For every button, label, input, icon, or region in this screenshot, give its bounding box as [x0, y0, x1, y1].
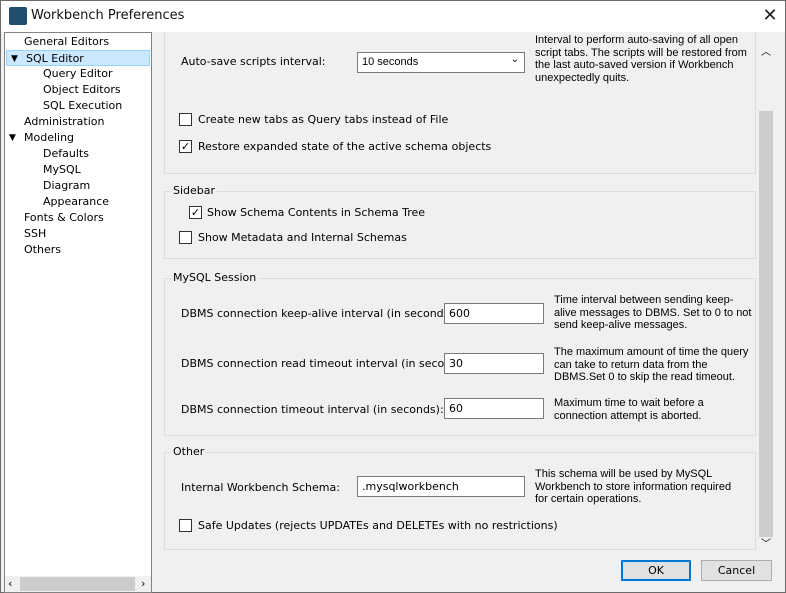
tree-item-label: SQL Execution	[43, 99, 123, 112]
tree-item-label: Modeling	[24, 131, 75, 144]
schema-contents-label: Show Schema Contents in Schema Tree	[207, 206, 426, 219]
tree-item-label: Others	[24, 243, 61, 256]
preferences-window: Workbench Preferences ✕ General Editors ▼…	[0, 0, 786, 593]
vertical-scrollbar[interactable]: ︿ ﹀	[758, 39, 774, 550]
tree-item[interactable]: Object Editors	[5, 82, 151, 98]
chevron-down-icon: ⌄	[510, 54, 519, 65]
autosave-value: 10 seconds	[362, 56, 419, 68]
autosave-label: Auto-save scripts interval:	[181, 55, 326, 68]
metadata-checkbox[interactable]	[179, 231, 192, 244]
timeout-description: Maximum time to wait before a connection…	[554, 397, 704, 422]
expand-arrow-icon[interactable]: ▼	[11, 51, 18, 67]
timeout-input[interactable]: 60	[444, 398, 544, 419]
close-button[interactable]: ✕	[759, 5, 781, 27]
restore-state-label: Restore expanded state of the active sch…	[198, 140, 492, 153]
timeout-label: DBMS connection timeout interval (in sec…	[181, 403, 444, 416]
tree-item-label: Defaults	[43, 147, 89, 160]
workbench-logo-icon	[9, 7, 27, 25]
title-bar: Workbench Preferences ✕	[1, 1, 785, 32]
scroll-right-icon[interactable]: ›	[141, 577, 145, 590]
schema-contents-checkbox[interactable]: ✓	[189, 206, 202, 219]
metadata-label: Show Metadata and Internal Schemas	[198, 231, 407, 244]
other-group-title: Other	[171, 445, 207, 458]
query-tabs-label: Create new tabs as Query tabs instead of…	[198, 113, 449, 126]
scrollbar-thumb[interactable]	[759, 111, 773, 537]
scroll-left-icon[interactable]: ‹	[8, 577, 12, 590]
tree-item-label: Appearance	[43, 195, 110, 208]
cancel-button[interactable]: Cancel	[701, 560, 772, 581]
tree-item[interactable]: MySQL	[5, 162, 151, 178]
tree-item-label: SQL Editor	[26, 52, 84, 65]
tree-item[interactable]: Diagram	[5, 178, 151, 194]
scroll-down-icon[interactable]: ﹀	[761, 535, 771, 550]
tree-item-label: Object Editors	[43, 83, 121, 96]
window-title: Workbench Preferences	[31, 8, 185, 23]
keepalive-input[interactable]: 600	[444, 303, 544, 324]
safe-updates-checkbox[interactable]	[179, 519, 192, 532]
sidebar-group: Sidebar ✓ Show Schema Contents in Schema…	[164, 184, 756, 259]
tree-item[interactable]: SQL Execution	[5, 98, 151, 114]
read-timeout-description: The maximum amount of time the query can…	[554, 346, 749, 383]
restore-state-checkbox[interactable]: ✓	[179, 140, 192, 153]
tree-item-label: MySQL	[43, 163, 81, 176]
tree-item-label: Diagram	[43, 179, 91, 192]
mysql-session-title: MySQL Session	[171, 271, 259, 284]
settings-panel: Auto-save scripts interval: 10 seconds ⌄…	[153, 32, 786, 551]
sql-editor-group: Auto-save scripts interval: 10 seconds ⌄…	[164, 32, 756, 174]
scroll-up-icon[interactable]: ︿	[761, 43, 771, 58]
preferences-tree: General Editors ▼ SQL Editor Query Editor Ob…	[4, 32, 152, 593]
tree-item[interactable]: SSH	[5, 226, 151, 242]
keepalive-label: DBMS connection keep-alive interval (in …	[181, 307, 458, 320]
tree-item[interactable]: Administration	[5, 114, 151, 130]
tree-item[interactable]: Others	[5, 242, 151, 258]
keepalive-description: Time interval between sending keep-alive…	[554, 294, 752, 331]
internal-schema-input[interactable]: .mysqlworkbench	[357, 476, 525, 497]
mysql-session-group: MySQL Session DBMS connection keep-alive…	[164, 271, 756, 436]
tree-item-label: Administration	[24, 115, 105, 128]
tree-item[interactable]: Defaults	[5, 146, 151, 162]
internal-schema-label: Internal Workbench Schema:	[181, 481, 340, 494]
read-timeout-input[interactable]: 30	[444, 353, 544, 374]
sidebar-group-title: Sidebar	[171, 184, 218, 197]
tree-item[interactable]: Appearance	[5, 194, 151, 210]
internal-schema-description: This schema will be used by MySQL Workbe…	[535, 468, 732, 505]
scrollbar-thumb[interactable]	[20, 577, 135, 591]
tree-item-label: Query Editor	[43, 67, 113, 80]
other-group: Other Internal Workbench Schema: .mysqlw…	[164, 445, 756, 550]
ok-button[interactable]: OK	[621, 560, 691, 581]
tree-item-label: General Editors	[24, 35, 110, 48]
tree-item[interactable]: Query Editor	[5, 66, 151, 82]
autosave-interval-select[interactable]: 10 seconds ⌄	[357, 52, 525, 73]
safe-updates-label: Safe Updates (rejects UPDATEs and DELETE…	[198, 519, 558, 532]
tree-item[interactable]: ▼ SQL Editor	[6, 50, 150, 66]
tree-item-label: SSH	[24, 227, 47, 240]
expand-arrow-icon[interactable]: ▼	[9, 130, 16, 146]
tree-item[interactable]: Fonts & Colors	[5, 210, 151, 226]
read-timeout-label: DBMS connection read timeout interval (i…	[181, 357, 472, 370]
horizontal-scrollbar[interactable]: ‹ ›	[5, 576, 151, 592]
tree-item[interactable]: General Editors	[5, 34, 151, 50]
autosave-description: Interval to perform auto-saving of all o…	[535, 34, 747, 84]
tree-item-label: Fonts & Colors	[24, 211, 104, 224]
query-tabs-checkbox[interactable]	[179, 113, 192, 126]
tree-item[interactable]: ▼ Modeling	[5, 130, 151, 146]
